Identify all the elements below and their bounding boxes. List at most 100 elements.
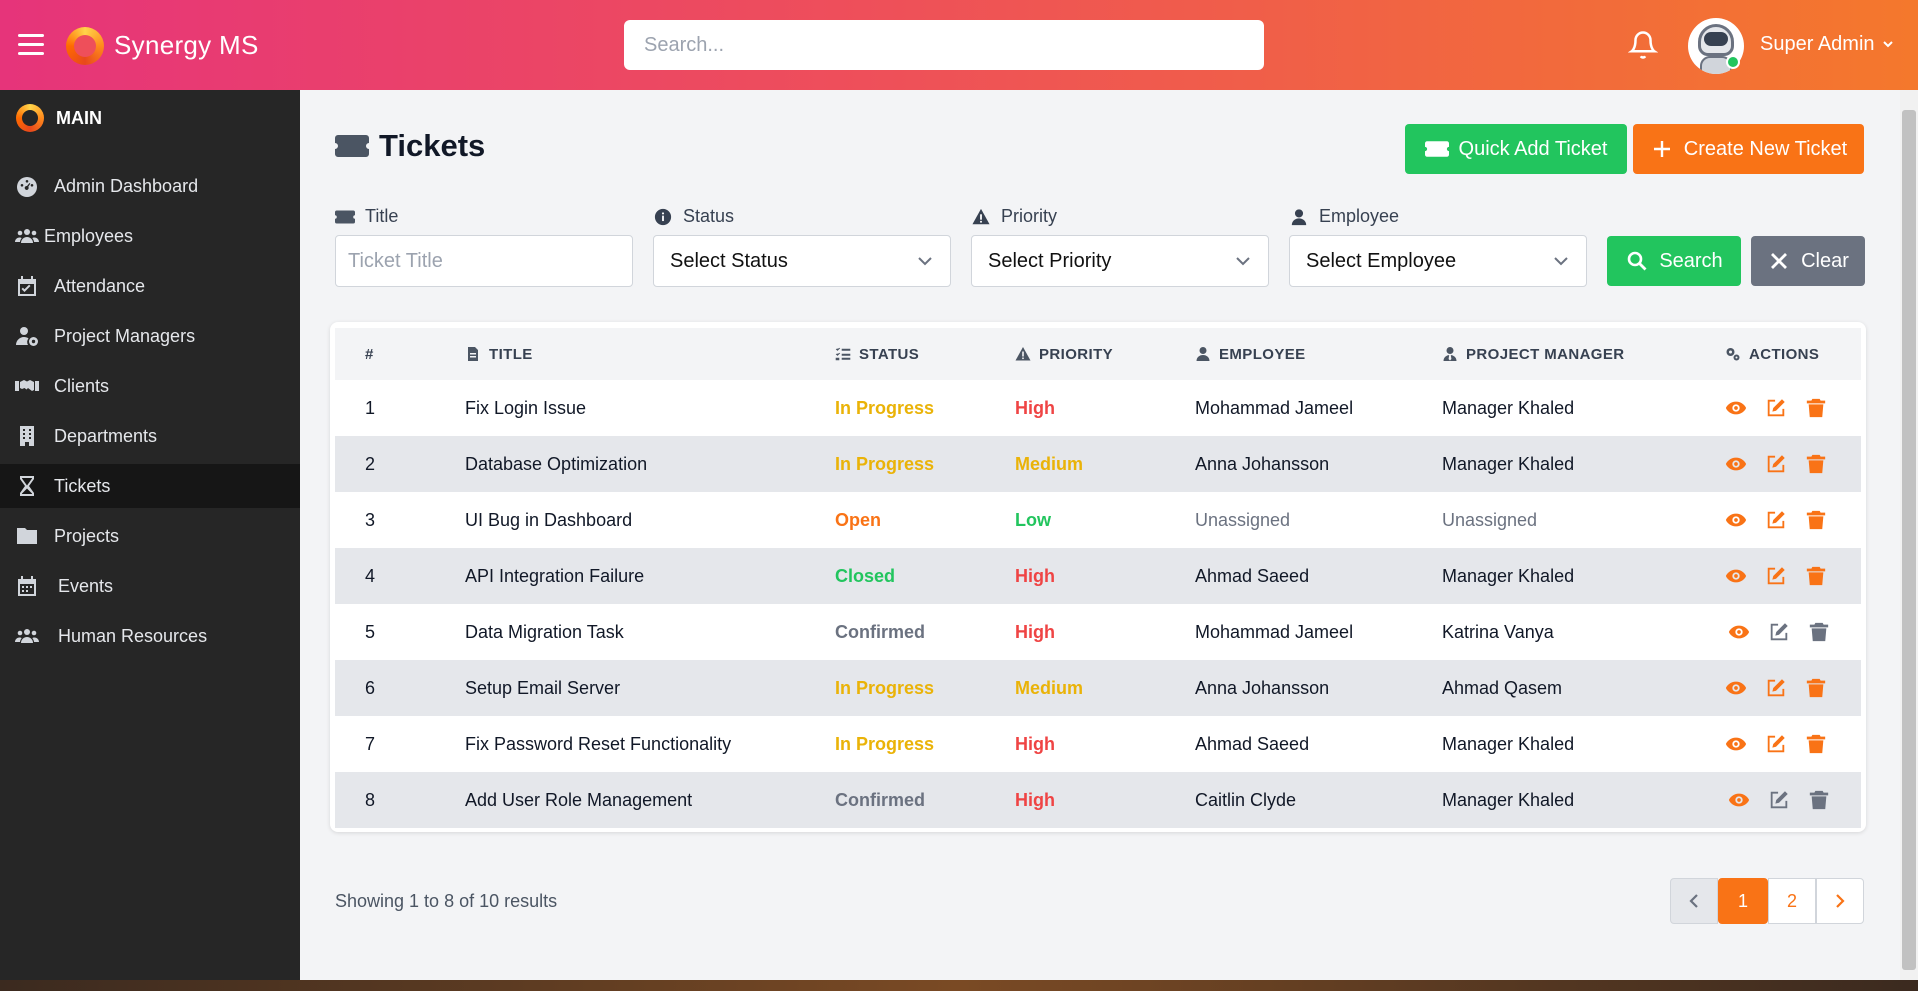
- eye-icon[interactable]: [1728, 789, 1750, 811]
- column-header-project-manager[interactable]: PROJECT MANAGER: [1442, 346, 1625, 363]
- bell-icon[interactable]: [1628, 30, 1658, 60]
- table-row: 7 Fix Password Reset Functionality In Pr…: [335, 716, 1861, 772]
- eye-icon[interactable]: [1728, 621, 1750, 643]
- table-row: 2 Database Optimization In Progress Medi…: [335, 436, 1861, 492]
- ticket-icon: [335, 135, 369, 157]
- search-button[interactable]: Search: [1607, 236, 1741, 286]
- ticket-employee: Ahmad Saeed: [1195, 733, 1310, 754]
- eye-icon[interactable]: [1725, 509, 1747, 531]
- trash-icon[interactable]: [1805, 733, 1827, 755]
- sidebar-item-attendance[interactable]: Attendance: [0, 264, 300, 308]
- next-page-button[interactable]: [1816, 878, 1864, 924]
- sidebar-item-project-managers[interactable]: Project Managers: [0, 314, 300, 358]
- chevron-down-icon[interactable]: [1882, 38, 1894, 50]
- pagination: 1 2: [1670, 878, 1864, 924]
- sidebar-item-label: Project Managers: [54, 325, 196, 346]
- clear-button[interactable]: Clear: [1751, 236, 1865, 286]
- menu-toggle-icon[interactable]: [18, 34, 44, 56]
- ticket-project-manager: Katrina Vanya: [1442, 621, 1554, 642]
- edit-icon[interactable]: [1765, 677, 1787, 699]
- users-icon: [14, 223, 40, 249]
- column-header-status[interactable]: STATUS: [835, 346, 919, 363]
- eye-icon[interactable]: [1725, 733, 1747, 755]
- edit-icon[interactable]: [1765, 509, 1787, 531]
- handshake-icon: [14, 373, 40, 399]
- ticket-priority: High: [1015, 397, 1055, 418]
- quick-add-ticket-button[interactable]: Quick Add Ticket: [1405, 124, 1627, 174]
- status-select[interactable]: Select Status: [653, 235, 951, 287]
- table-row: 3 UI Bug in Dashboard Open Low Unassigne…: [335, 492, 1861, 548]
- user-menu-name[interactable]: Super Admin: [1760, 33, 1875, 56]
- ticket-status: Confirmed: [835, 621, 925, 642]
- edit-icon[interactable]: [1765, 397, 1787, 419]
- eye-icon[interactable]: [1725, 397, 1747, 419]
- eye-icon[interactable]: [1725, 453, 1747, 475]
- column-header-title[interactable]: TITLE: [465, 346, 533, 363]
- row-actions: [1728, 604, 1830, 660]
- chevron-left-icon: [1689, 894, 1698, 908]
- edit-icon[interactable]: [1765, 453, 1787, 475]
- user-icon: [1291, 208, 1307, 225]
- employee-select[interactable]: Select Employee: [1289, 235, 1587, 287]
- table-row: 1 Fix Login Issue In Progress High Moham…: [335, 380, 1861, 436]
- create-ticket-button[interactable]: Create New Ticket: [1633, 124, 1864, 174]
- user-icon: [1196, 347, 1210, 361]
- eye-icon[interactable]: [1725, 677, 1747, 699]
- trash-icon[interactable]: [1805, 397, 1827, 419]
- page-button-1[interactable]: 1: [1718, 878, 1768, 924]
- sidebar-section-main: MAIN: [16, 104, 102, 132]
- sidebar-item-clients[interactable]: Clients: [0, 364, 300, 408]
- calendar-icon: [14, 573, 40, 599]
- sidebar-item-label: Employees: [44, 225, 134, 246]
- sidebar-item-tickets[interactable]: Tickets: [0, 464, 300, 508]
- row-actions: [1725, 548, 1827, 604]
- close-icon: [1771, 253, 1788, 269]
- sidebar-item-admin-dashboard[interactable]: Admin Dashboard: [0, 164, 300, 208]
- employee-select-value: Select Employee: [1306, 249, 1457, 272]
- edit-icon[interactable]: [1765, 733, 1787, 755]
- sidebar-item-human-resources[interactable]: Human Resources: [0, 614, 300, 658]
- ticket-project-manager: Manager Khaled: [1442, 397, 1575, 418]
- row-actions: [1725, 660, 1827, 716]
- trash-icon: [1809, 622, 1829, 642]
- sidebar-item-projects[interactable]: Projects: [0, 514, 300, 558]
- column-header-priority[interactable]: PRIORITY: [1015, 346, 1113, 363]
- priority-filter-label: Priority: [971, 206, 1057, 227]
- sidebar-item-employees[interactable]: Employees: [0, 214, 300, 258]
- warning-icon: [1015, 347, 1031, 361]
- ticket-employee: Mohammad Jameel: [1195, 397, 1354, 418]
- chevron-down-icon: [918, 257, 932, 266]
- status-filter-label: Status: [653, 206, 734, 227]
- column-header-employee[interactable]: EMPLOYEE: [1195, 346, 1306, 363]
- ticket-employee: Anna Johansson: [1195, 453, 1330, 474]
- trash-icon: [1809, 790, 1829, 810]
- chevron-down-icon: [1236, 257, 1250, 266]
- ticket-title-input[interactable]: [335, 235, 633, 287]
- ticket-title: UI Bug in Dashboard: [465, 509, 633, 530]
- gears-icon: [1726, 348, 1740, 361]
- page-scrollbar[interactable]: [1900, 90, 1918, 980]
- ticket-title: Data Migration Task: [465, 621, 624, 642]
- ticket-employee: Anna Johansson: [1195, 677, 1330, 698]
- prev-page-button[interactable]: [1670, 878, 1718, 924]
- file-icon: [468, 347, 478, 361]
- search-icon: [1628, 251, 1647, 271]
- sidebar-item-departments[interactable]: Departments: [0, 414, 300, 458]
- trash-icon[interactable]: [1805, 453, 1827, 475]
- sidebar-item-label: Departments: [54, 425, 158, 446]
- global-search-input[interactable]: [624, 20, 1264, 70]
- row-number: 3: [365, 509, 376, 530]
- edit-icon[interactable]: [1765, 565, 1787, 587]
- top-header: Synergy MS Super Admin: [0, 0, 1918, 90]
- brand-name: Synergy MS: [114, 30, 259, 60]
- sidebar-item-label: Tickets: [54, 475, 111, 496]
- ticket-title: API Integration Failure: [465, 565, 645, 586]
- priority-select[interactable]: Select Priority: [971, 235, 1269, 287]
- sidebar-item-events[interactable]: Events: [0, 564, 300, 608]
- scrollbar-thumb[interactable]: [1902, 110, 1916, 970]
- trash-icon[interactable]: [1805, 565, 1827, 587]
- eye-icon[interactable]: [1725, 565, 1747, 587]
- page-button-2[interactable]: 2: [1768, 878, 1816, 924]
- trash-icon[interactable]: [1805, 677, 1827, 699]
- trash-icon[interactable]: [1805, 509, 1827, 531]
